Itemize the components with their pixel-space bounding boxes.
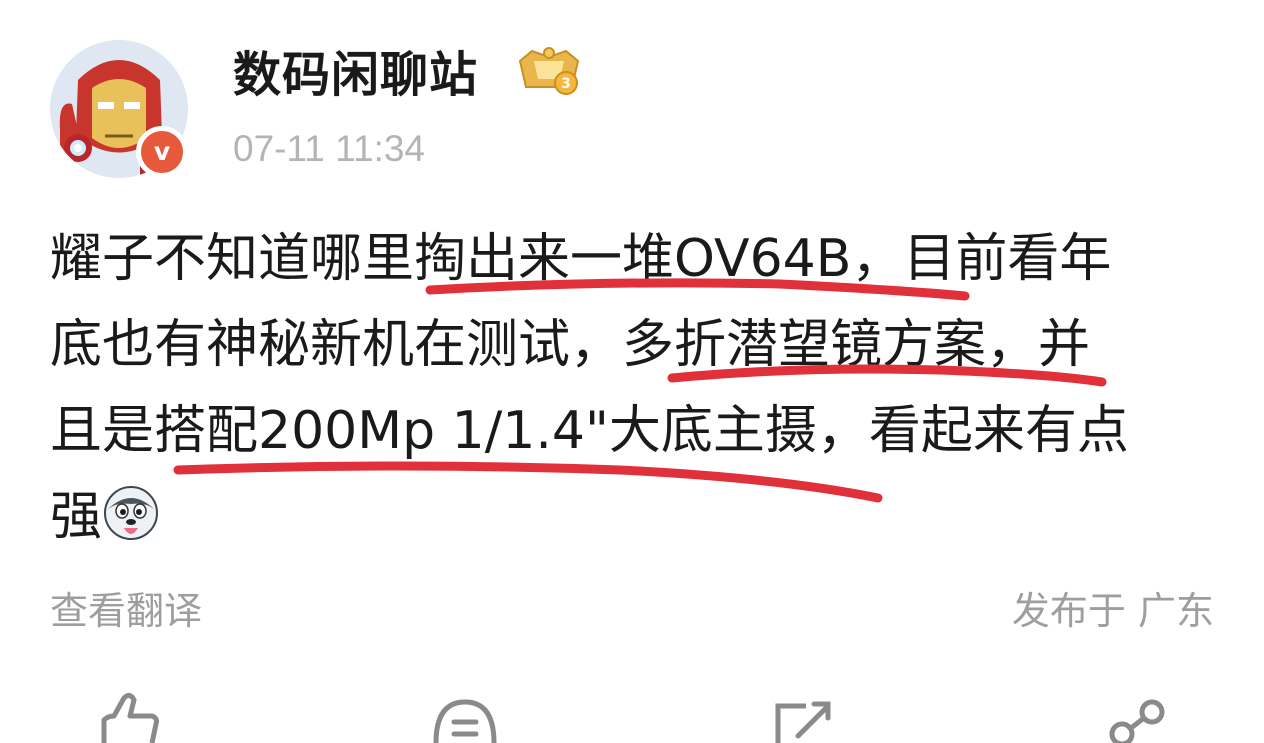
post-line-3: 且是搭配200Mp 1/1.4"大底主摄，看起来有点	[50, 401, 1129, 461]
husky-emoji-icon	[104, 486, 159, 540]
post-line-4: 强	[50, 474, 1214, 560]
vip-level: 3	[561, 76, 571, 92]
author-name[interactable]: 数码闲聊站	[233, 43, 478, 107]
translate-link[interactable]: 查看翻译	[50, 585, 202, 637]
post-line-1: 耀子不知道哪里掏出来一堆OV64B，目前看年	[50, 229, 1112, 289]
comment-icon[interactable]	[430, 690, 500, 743]
like-icon[interactable]	[94, 690, 164, 743]
post-timestamp: 07-11 11:34	[233, 128, 426, 169]
vip-crown-badge-icon: 3	[518, 47, 580, 95]
post-body: 耀子不知道哪里掏出来一堆OV64B，目前看年 底也有神秘新机在测试，多折潜望镜方…	[50, 216, 1214, 560]
post-line-2: 底也有神秘新机在测试，多折潜望镜方案，并	[50, 315, 1091, 375]
verified-badge: v	[136, 126, 188, 178]
repost-icon[interactable]	[770, 690, 840, 743]
action-bar	[0, 690, 1264, 743]
post-location: 发布于 广东	[1011, 589, 1214, 633]
share-icon[interactable]	[1104, 690, 1174, 743]
post-line-4-text: 强	[50, 487, 103, 547]
